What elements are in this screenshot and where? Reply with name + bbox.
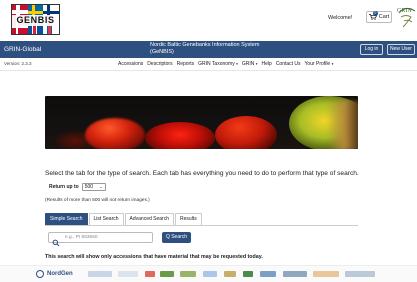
simple-search-pane: e.g., PI 653650 Q Search <box>45 225 358 248</box>
availability-notice: This search will show only accessions th… <box>45 254 263 260</box>
search-placeholder: e.g., PI 653650 <box>65 235 98 240</box>
menu-item-grin[interactable]: GRIN ▾ <box>242 61 258 67</box>
tab-advanced-search[interactable]: Advanced Search <box>124 213 175 225</box>
partner-logo-11[interactable] <box>283 271 307 277</box>
menu-label: Your Profile <box>304 61 331 67</box>
partner-logo-13[interactable] <box>345 271 375 277</box>
new-user-button[interactable]: New User <box>387 44 415 55</box>
search-icon <box>52 234 60 247</box>
tab-results[interactable]: Results <box>175 213 202 225</box>
chevron-down-icon: ⌄ <box>99 184 103 189</box>
site-title-line2: (GeNBIS) <box>150 49 174 55</box>
menu-label: Descriptors <box>147 61 173 67</box>
menu-label: Accessions <box>118 61 144 67</box>
results-note: (Results of more than 500 will not retur… <box>45 198 150 203</box>
menu-label: GRIN Taxonomy <box>198 61 235 67</box>
hero-image <box>45 96 358 149</box>
welcome-text: Welcome! <box>328 15 353 21</box>
caret-down-icon: ▾ <box>255 62 258 66</box>
cart-button[interactable]: 0 Cart <box>366 11 392 23</box>
caret-down-icon: ▾ <box>236 62 238 66</box>
nordgen-ring-icon <box>36 270 44 278</box>
tab-simple-search[interactable]: Simple Search <box>45 213 88 225</box>
site-title: Nordic Baltic Genebanks Information Syst… <box>150 42 270 56</box>
brand-link[interactable]: GRIN-Global <box>4 46 41 53</box>
caret-down-icon: ▾ <box>331 62 334 66</box>
cart-label: Cart <box>378 14 390 20</box>
search-input[interactable]: e.g., PI 653650 <box>48 232 153 247</box>
partner-logo-12[interactable] <box>313 271 339 277</box>
menu-label: GRIN <box>241 61 255 67</box>
search-tabs: Simple Search List Search Advanced Searc… <box>45 213 203 225</box>
login-button[interactable]: Log in <box>360 44 383 55</box>
search-button[interactable]: Q Search <box>162 232 191 243</box>
partner-logo-8[interactable] <box>224 271 236 277</box>
return-count-value: 500 <box>84 184 94 190</box>
menu-label: Reports <box>176 61 195 67</box>
menu-item-accessions[interactable]: Accessions <box>118 61 143 67</box>
menu-item-your-profile[interactable]: Your Profile ▾ <box>305 61 334 67</box>
partner-logo-3[interactable] <box>118 271 138 277</box>
menu-item-contact-us[interactable]: Contact Us <box>276 61 301 67</box>
partner-logo-10[interactable] <box>260 271 276 277</box>
return-up-to-row: Return up to 500 ⌄ <box>49 183 106 191</box>
menu-item-help[interactable]: Help <box>262 61 272 67</box>
menu-label: Contact Us <box>275 61 301 67</box>
partner-logo-4[interactable] <box>145 271 155 277</box>
return-label: Return up to <box>49 184 79 190</box>
cart-icon: 0 <box>368 11 378 20</box>
menu-row: Version: 2.3.3 Accessions Descriptors Re… <box>0 58 417 71</box>
grin-logo-text: GRIN <box>397 8 412 14</box>
top-banner: GENBIS Welcome! 0 Cart GRIN <box>0 0 417 41</box>
cart-count-badge: 0 <box>372 11 378 16</box>
logo-text: GENBIS <box>12 15 59 26</box>
version-text: Version: 2.3.3 <box>4 61 32 66</box>
menu-item-grin-taxonomy[interactable]: GRIN Taxonomy ▾ <box>198 61 238 67</box>
menu-item-descriptors[interactable]: Descriptors <box>147 61 172 67</box>
site-title-line1: Nordic Baltic Genebanks Information Syst… <box>150 42 260 48</box>
return-count-select[interactable]: 500 ⌄ <box>81 183 106 191</box>
genbis-logo[interactable]: GENBIS <box>11 4 60 35</box>
partner-logo-7[interactable] <box>203 271 217 277</box>
nordgen-label: NordGen <box>47 271 73 277</box>
partner-logo-9[interactable] <box>243 271 253 277</box>
partner-logo-2[interactable] <box>88 271 112 277</box>
menu-item-reports[interactable]: Reports <box>177 61 195 67</box>
partner-logo-5[interactable] <box>160 271 174 277</box>
partner-logo-6[interactable] <box>180 271 196 277</box>
nordgen-logo[interactable]: NordGen <box>36 270 73 278</box>
menu-label: Help <box>261 61 272 67</box>
navbar: GRIN-Global Nordic Baltic Genebanks Info… <box>0 41 417 58</box>
tab-list-search[interactable]: List Search <box>88 213 124 225</box>
main-menu: Accessions Descriptors Reports GRIN Taxo… <box>118 61 333 67</box>
partner-logos: NordGen <box>0 265 417 282</box>
search-instructions: Select the tab for the type of search. E… <box>45 170 359 177</box>
grin-global-logo[interactable]: GRIN <box>395 3 417 33</box>
